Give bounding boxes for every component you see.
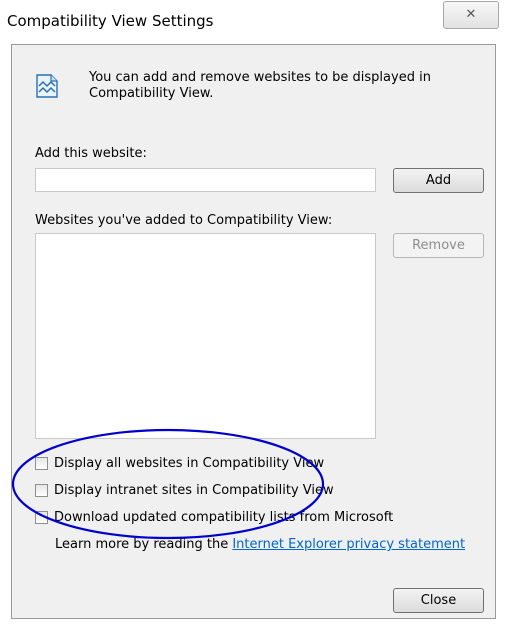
- display-intranet-label: Display intranet sites in Compatibility …: [54, 483, 334, 498]
- privacy-note: Learn more by reading the Internet Explo…: [55, 537, 465, 553]
- privacy-statement-link[interactable]: Internet Explorer privacy statement: [232, 537, 465, 552]
- download-lists-checkbox[interactable]: [35, 511, 48, 524]
- download-lists-label: Download updated compatibility lists fro…: [54, 510, 394, 525]
- close-icon: ✕: [465, 7, 477, 22]
- add-button[interactable]: Add: [393, 168, 484, 193]
- display-all-label: Display all websites in Compatibility Vi…: [54, 456, 325, 471]
- close-window-button[interactable]: ✕: [443, 1, 499, 29]
- website-list-label: Websites you've added to Compatibility V…: [35, 213, 333, 228]
- add-website-input[interactable]: [35, 168, 376, 192]
- dialog-title: Compatibility View Settings: [7, 12, 214, 30]
- compatibility-view-icon: [35, 73, 59, 103]
- title-bar[interactable]: Compatibility View Settings ✕: [0, 0, 505, 36]
- add-website-label: Add this website:: [35, 146, 147, 161]
- close-button[interactable]: Close: [393, 588, 484, 613]
- website-list[interactable]: [35, 233, 376, 439]
- display-all-checkbox[interactable]: [35, 457, 48, 470]
- remove-button[interactable]: Remove: [393, 233, 484, 258]
- compatibility-view-dialog: Compatibility View Settings ✕ You can ad…: [0, 0, 505, 629]
- privacy-note-text: Learn more by reading the: [55, 537, 233, 552]
- display-intranet-checkbox[interactable]: [35, 484, 48, 497]
- info-message: You can add and remove websites to be di…: [89, 70, 431, 101]
